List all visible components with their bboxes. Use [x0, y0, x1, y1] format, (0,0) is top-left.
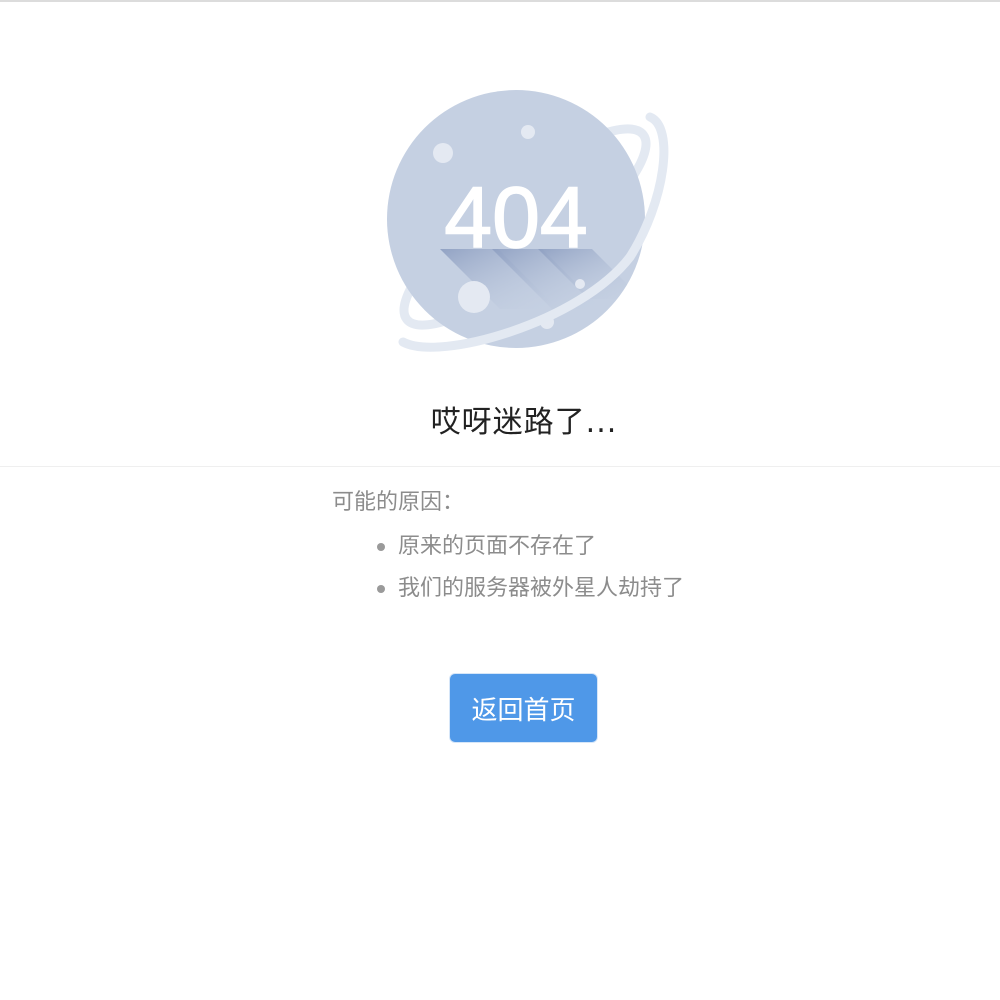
bullet-dot-icon [377, 543, 385, 551]
reasons-title: 可能的原因： [332, 490, 465, 515]
possible-reasons: 可能的原因： 原来的页面不存在了 我们的服务器被外星人劫持了 [332, 488, 752, 616]
list-item: 我们的服务器被外星人劫持了 [332, 574, 752, 604]
divider [0, 466, 1000, 467]
planet-404-icon: 404 [387, 90, 669, 352]
reason-text: 原来的页面不存在了 [398, 534, 597, 559]
error-page: 404 哎呀迷路了... 可能的原因： 原来的页面不存在了 我们的服务器被外星人… [0, 0, 1000, 1000]
reason-text: 我们的服务器被外星人劫持了 [398, 576, 685, 601]
planet-404-illustration: 404 [380, 87, 670, 357]
crater-dot [433, 143, 453, 163]
crater-dot [521, 125, 535, 139]
bullet-dot-icon [377, 585, 385, 593]
back-to-home-button[interactable]: 返回首页 [450, 674, 597, 742]
reason-list: 原来的页面不存在了 我们的服务器被外星人劫持了 [332, 532, 752, 604]
crater-dot [575, 279, 585, 289]
page-title: 哎呀迷路了... [430, 405, 618, 440]
error-code-text: 404 [444, 170, 588, 266]
list-item: 原来的页面不存在了 [332, 532, 752, 562]
crater-dot [458, 281, 490, 313]
